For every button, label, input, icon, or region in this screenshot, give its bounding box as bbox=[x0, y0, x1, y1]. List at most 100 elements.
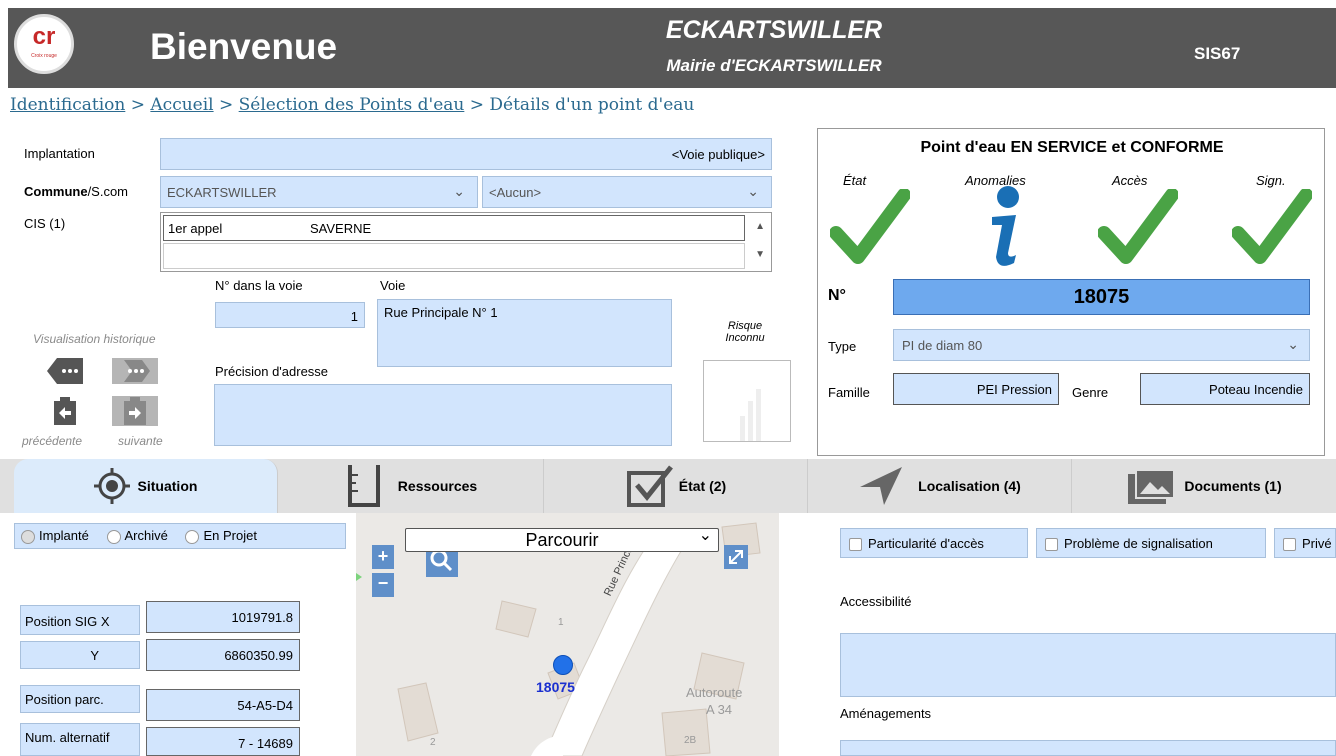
zoom-in-button[interactable]: + bbox=[372, 545, 394, 569]
tab-label: Localisation (4) bbox=[918, 478, 1021, 494]
tab-label: Situation bbox=[137, 478, 198, 494]
logo: cr Croix rouge bbox=[14, 14, 74, 74]
breadcrumb-sep: > bbox=[219, 95, 234, 115]
scroll-up-icon[interactable]: ▲ bbox=[755, 221, 765, 232]
map-mode-select[interactable]: Parcourir ⌄ bbox=[405, 527, 719, 552]
implantation-field[interactable]: <Voie publique> bbox=[160, 138, 772, 170]
history-prev-button[interactable] bbox=[47, 358, 83, 384]
accessibilite-field[interactable] bbox=[840, 633, 1336, 697]
history-next-button[interactable] bbox=[112, 358, 158, 384]
sig-y-label: Y bbox=[20, 641, 140, 669]
situation-panel: Implanté Archivé En Projet Position SIG … bbox=[14, 513, 346, 756]
fullscreen-button[interactable] bbox=[724, 545, 748, 569]
logo-text: cr bbox=[32, 23, 56, 50]
radio-projet[interactable]: En Projet bbox=[185, 528, 257, 544]
previous-record-button[interactable] bbox=[50, 396, 80, 426]
sig-x-field[interactable]: 1019791.8 bbox=[146, 601, 300, 633]
precision-label: Précision d'adresse bbox=[215, 364, 329, 379]
breadcrumb: Identification > Accueil > Sélection des… bbox=[10, 95, 694, 115]
amenagements-field[interactable] bbox=[840, 740, 1336, 756]
breadcrumb-sep: > bbox=[130, 95, 145, 115]
alt-field[interactable]: 7 - 14689 bbox=[146, 727, 300, 756]
alt-label: Num. alternatif bbox=[20, 723, 140, 756]
tab-bar: Situation Ressources État (2) Localisati… bbox=[0, 459, 1336, 513]
sig-y-field[interactable]: 6860350.99 bbox=[146, 639, 300, 671]
chevron-down-icon: ⌄ bbox=[698, 527, 712, 544]
num-voie-field[interactable]: 1 bbox=[215, 302, 365, 328]
breadcrumb-accueil[interactable]: Accueil bbox=[150, 95, 213, 115]
beaker-icon bbox=[347, 465, 380, 507]
building-number: 2B bbox=[684, 735, 697, 746]
org-label: SIS67 bbox=[1194, 44, 1241, 63]
genre-field[interactable]: Poteau Incendie bbox=[1140, 373, 1310, 405]
parc-label: Position parc. bbox=[20, 685, 140, 713]
next-record-button[interactable] bbox=[112, 396, 158, 426]
welcome-title: Bienvenue bbox=[150, 26, 338, 67]
prev-label: précédente bbox=[22, 434, 83, 448]
logo-subtext: Croix rouge bbox=[31, 53, 57, 59]
famille-field[interactable]: PEI Pression bbox=[893, 373, 1059, 405]
breadcrumb-identification[interactable]: Identification bbox=[10, 95, 125, 115]
tab-label: État (2) bbox=[678, 478, 727, 494]
cis-row-empty[interactable] bbox=[163, 243, 745, 269]
tab-documents[interactable]: Documents (1) bbox=[1072, 459, 1336, 513]
status-radio-group: Implanté Archivé En Projet bbox=[14, 523, 346, 549]
tab-localisation[interactable]: Localisation (4) bbox=[808, 459, 1072, 513]
col-etat: État bbox=[843, 173, 867, 188]
num-value: 18075 bbox=[893, 279, 1310, 315]
type-value: PI de diam 80 bbox=[902, 338, 983, 353]
cis-list[interactable]: 1er appel SAVERNE ▲ ▼ bbox=[160, 212, 772, 272]
water-point-marker[interactable] bbox=[553, 655, 573, 675]
commune-label: Commune/S.com bbox=[24, 184, 129, 199]
status-panel: Point d'eau EN SERVICE et CONFORME État … bbox=[817, 128, 1325, 456]
col-acces: Accès bbox=[1112, 173, 1148, 188]
folder-image-icon bbox=[1128, 469, 1176, 504]
radio-archive[interactable]: Archivé bbox=[106, 528, 168, 544]
cis-rank: 1er appel bbox=[168, 221, 223, 236]
cis-name: SAVERNE bbox=[310, 221, 372, 236]
tab-etat[interactable]: État (2) bbox=[544, 459, 808, 513]
navigation-arrow-icon bbox=[860, 467, 903, 505]
scom-select[interactable]: <Aucun> ⌄ bbox=[482, 176, 772, 208]
tab-ressources[interactable]: Ressources bbox=[278, 459, 544, 513]
map-mode-value: Parcourir bbox=[525, 530, 599, 550]
checkbox-signalisation[interactable]: Problème de signalisation bbox=[1036, 528, 1266, 558]
historique-label: Visualisation historique bbox=[33, 332, 156, 346]
checkbox-prive[interactable]: Privé bbox=[1274, 528, 1336, 558]
tab-situation[interactable]: Situation bbox=[14, 459, 278, 513]
zoom-out-button[interactable]: − bbox=[372, 573, 394, 597]
precision-field[interactable] bbox=[214, 384, 672, 446]
cis-row[interactable]: 1er appel SAVERNE bbox=[163, 215, 745, 241]
parc-field[interactable]: 54-A5-D4 bbox=[146, 689, 300, 721]
map-view[interactable]: Rue Principale 1 2 2B Autoroute A 34 180… bbox=[356, 513, 779, 756]
chevron-down-icon: ⌄ bbox=[1287, 336, 1299, 352]
risque-label: Risque Inconnu bbox=[725, 320, 765, 344]
voie-field[interactable]: Rue Principale N° 1 bbox=[377, 299, 672, 367]
chevron-down-icon: ⌄ bbox=[453, 183, 465, 199]
status-title: Point d'eau EN SERVICE et CONFORME bbox=[920, 139, 1224, 156]
checkbox-acces[interactable]: Particularité d'accès bbox=[840, 528, 1028, 558]
mairie-title: Mairie d'ECKARTSWILLER bbox=[666, 56, 882, 75]
type-select[interactable]: PI de diam 80 ⌄ bbox=[893, 329, 1310, 361]
water-point-label: 18075 bbox=[536, 679, 575, 695]
cis-label: CIS (1) bbox=[24, 216, 66, 231]
num-voie-label: N° dans la voie bbox=[215, 278, 303, 293]
amenagements-label: Aménagements bbox=[840, 706, 932, 721]
tab-label: Ressources bbox=[397, 478, 478, 494]
check-acces-icon bbox=[1098, 189, 1178, 264]
next-label: suivante bbox=[118, 434, 163, 448]
breadcrumb-selection[interactable]: Sélection des Points d'eau bbox=[239, 95, 465, 115]
checkbox-icon bbox=[626, 465, 673, 507]
famille-label: Famille bbox=[828, 385, 870, 400]
commune-value: ECKARTSWILLER bbox=[167, 185, 277, 200]
num-label: N° bbox=[828, 287, 846, 304]
check-etat-icon bbox=[830, 189, 910, 264]
check-sign-icon bbox=[1232, 189, 1312, 264]
commune-select[interactable]: ECKARTSWILLER ⌄ bbox=[160, 176, 478, 208]
radio-implante[interactable]: Implanté bbox=[21, 528, 89, 544]
building-number: 1 bbox=[558, 617, 564, 628]
tab-label: Documents (1) bbox=[1184, 478, 1282, 494]
scom-value: <Aucun> bbox=[489, 185, 542, 200]
scroll-down-icon[interactable]: ▼ bbox=[755, 249, 765, 260]
info-icon bbox=[992, 186, 1019, 266]
